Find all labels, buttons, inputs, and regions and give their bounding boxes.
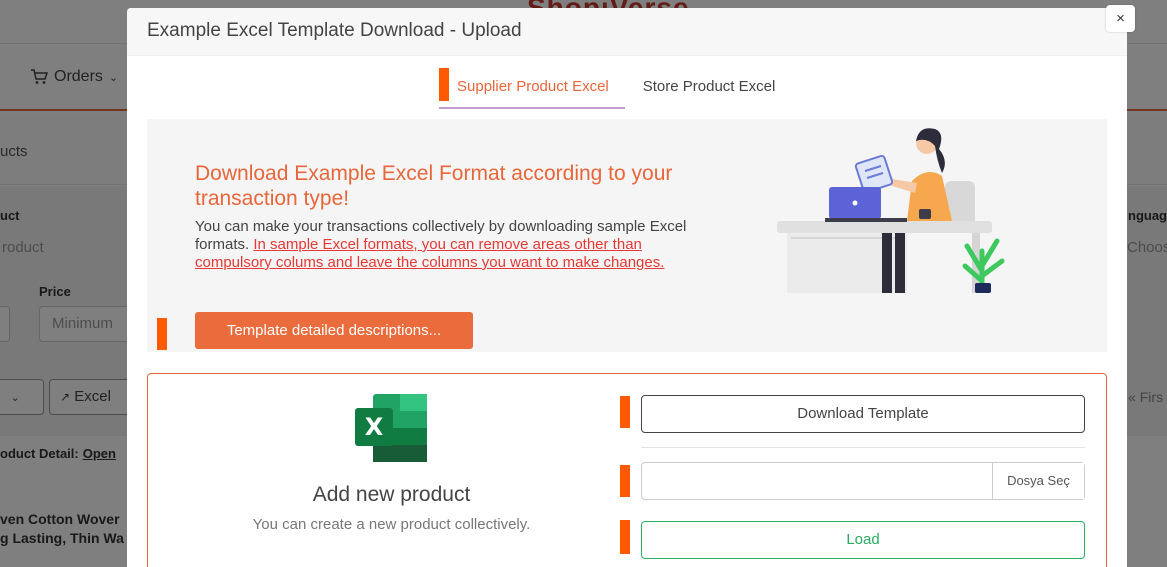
woman-at-desk-illustration [777,128,1005,293]
excel-icon: X [355,394,427,462]
svg-text:X: X [365,413,384,441]
banner-link[interactable]: In sample Excel formats, you can remove … [195,236,664,271]
modal-header: Example Excel Template Download - Upload [127,8,1127,56]
download-template-button[interactable]: Download Template [641,395,1085,433]
tab-store-product-excel[interactable]: Store Product Excel [625,68,792,109]
divider [641,447,1085,448]
banner-title: Download Example Excel Format according … [195,162,673,210]
highlight-marker [157,318,167,350]
load-button[interactable]: Load [641,521,1085,559]
modal-title: Example Excel Template Download - Upload [147,20,522,41]
add-product-title: Add new product [312,483,471,506]
add-product-subtitle: You can create a new product collectivel… [252,516,531,533]
highlight-marker [620,396,630,428]
template-descriptions-button[interactable]: Template detailed descriptions... [195,312,473,349]
close-icon[interactable]: × [1106,5,1135,32]
excel-template-modal: Example Excel Template Download - Upload… [127,8,1127,567]
file-upload-input[interactable]: Dosya Seç [641,462,1085,500]
tab-bar: Supplier Product Excel Store Product Exc… [439,68,791,109]
highlight-marker [620,465,630,497]
choose-file-button[interactable]: Dosya Seç [992,463,1084,499]
upload-panel: X Add new product You can create a new p… [147,373,1107,567]
highlight-marker [620,520,630,554]
tab-supplier-product-excel[interactable]: Supplier Product Excel [439,68,625,109]
banner-text: You can make your transactions collectiv… [195,218,705,272]
download-info-banner: Download Example Excel Format according … [147,119,1107,352]
